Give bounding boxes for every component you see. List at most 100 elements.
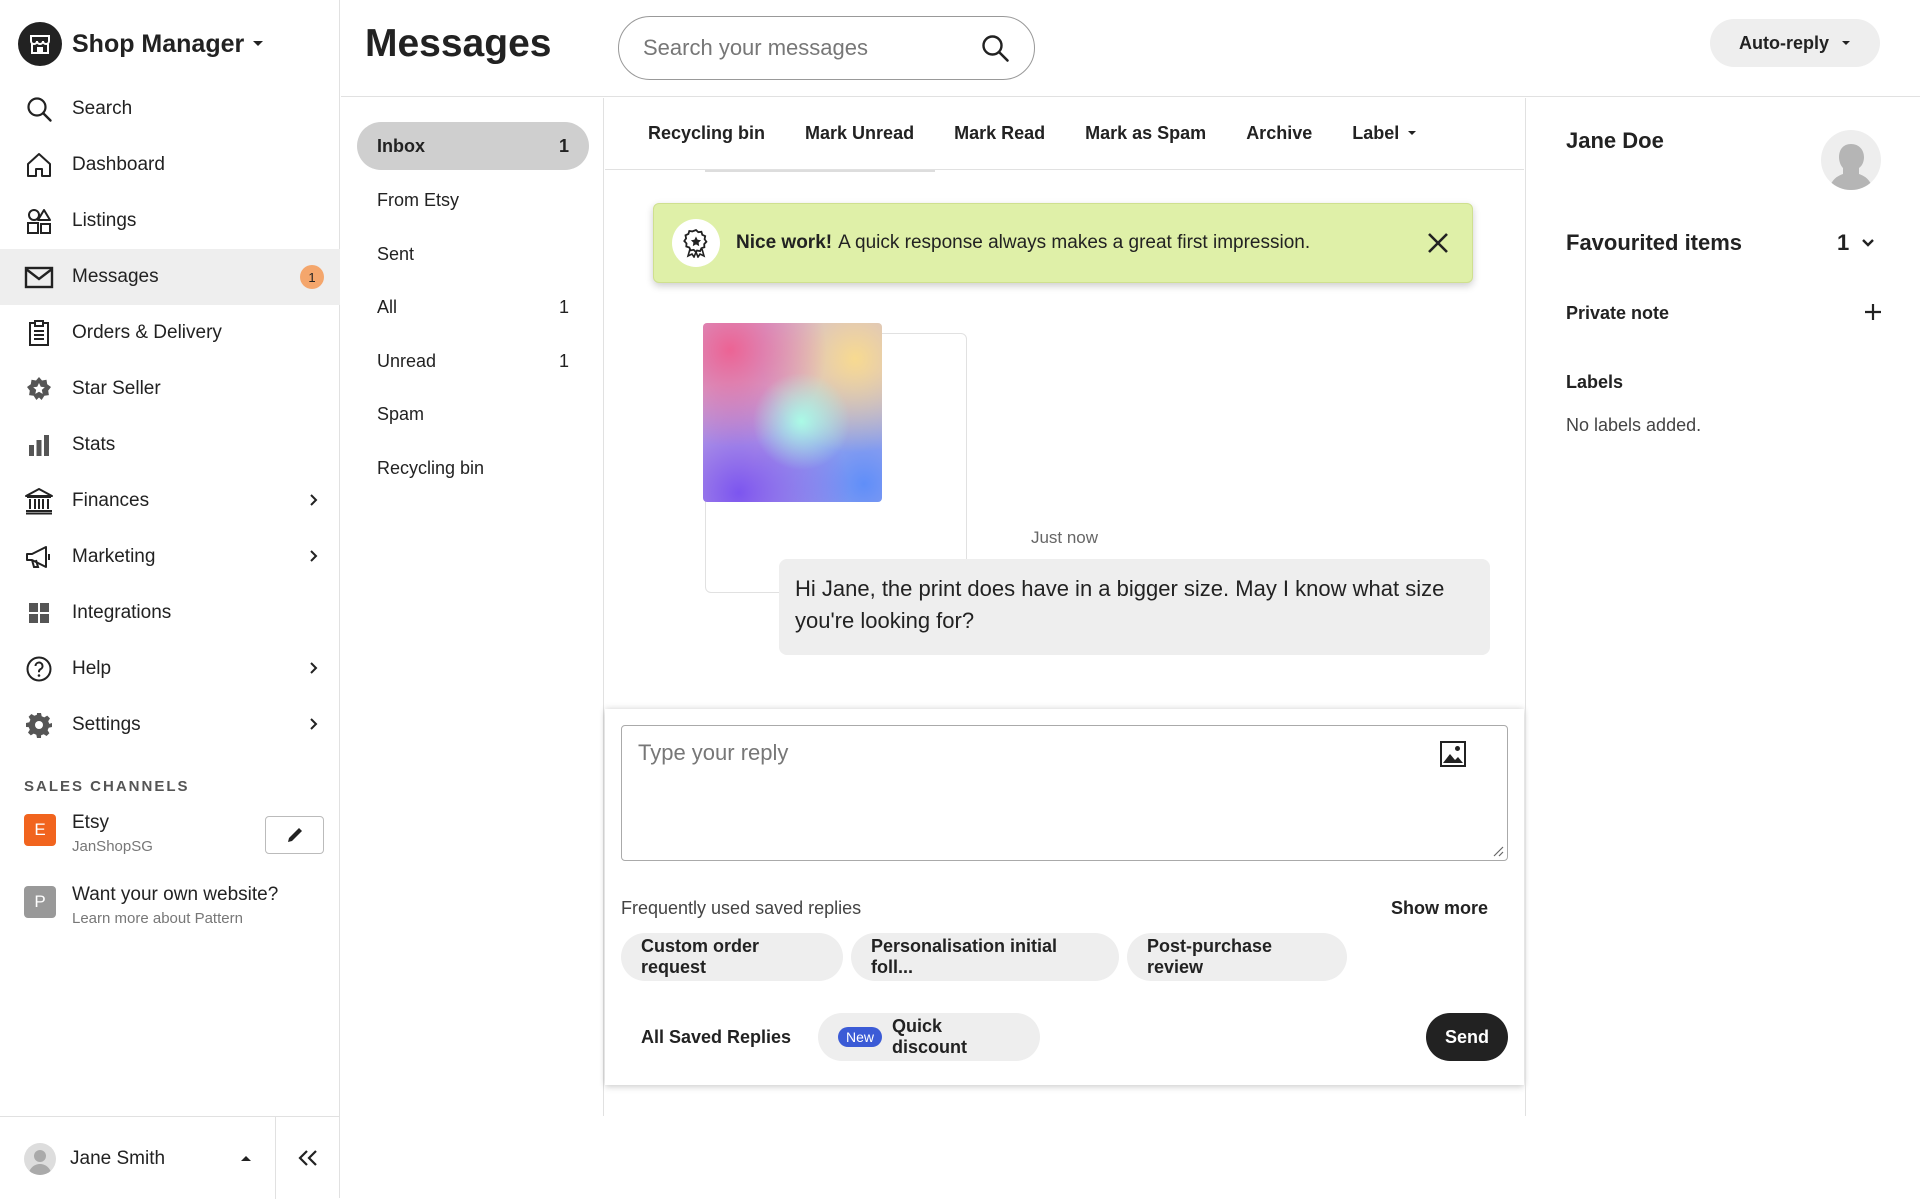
clipboard-icon [24,318,54,348]
unread-badge: 1 [300,265,324,289]
reply-textarea[interactable] [622,726,1507,860]
auto-reply-button[interactable]: Auto-reply [1710,19,1880,67]
saved-reply-chip[interactable]: Personalisation initial foll... [851,933,1119,981]
nav-label: Orders & Delivery [72,322,222,343]
label-dropdown[interactable]: Label [1352,123,1417,144]
folder-label: From Etsy [377,189,460,210]
customer-name[interactable]: Jane Doe [1566,128,1664,154]
nav-item-listings[interactable]: Listings [0,193,340,249]
customer-avatar[interactable] [1821,130,1881,190]
header: Messages Auto-reply [341,0,1920,97]
saved-reply-chip[interactable]: Post-purchase review [1127,933,1347,981]
message-timestamp: Just now [1030,528,1099,547]
mark-unread-button[interactable]: Mark Unread [805,123,914,144]
nav-item-help[interactable]: Help [0,641,340,697]
folder-recycling-bin[interactable]: Recycling bin [357,444,589,492]
channel-etsy[interactable]: E Etsy JanShopSG [24,812,153,855]
quick-discount-button[interactable]: New Quick discount [818,1013,1040,1061]
saved-reply-chip[interactable]: Custom order request [621,933,843,981]
reply-box [621,725,1508,861]
toast-bold-text: Nice work! [736,232,833,253]
folder-label: Inbox [377,135,425,156]
channel-pattern[interactable]: P Want your own website? Learn more abou… [24,884,278,927]
folder-list: Inbox 1 From Etsy Sent All 1 Unread 1 Spam … [341,98,604,1116]
resize-handle-icon[interactable] [1492,845,1504,857]
nav-item-settings[interactable]: Settings [0,697,340,753]
nav-item-star-seller[interactable]: Star Seller [0,361,340,417]
folder-from-etsy[interactable]: From Etsy [357,176,589,224]
success-toast: Nice work! A quick response always makes … [653,203,1473,283]
folder-count: 1 [558,296,569,317]
all-saved-replies-button[interactable]: All Saved Replies [641,1027,791,1048]
nav-label: Dashboard [72,154,165,175]
nav-item-integrations[interactable]: Integrations [0,585,340,641]
caret-down-icon [252,40,264,48]
nav-label: Listings [72,210,137,231]
show-more-link[interactable]: Show more [1391,898,1488,919]
message-toolbar: Recycling bin Mark Unread Mark Read Mark… [605,98,1524,170]
new-badge: New [838,1027,883,1047]
user-menu[interactable]: Jane Smith [24,1143,165,1175]
reply-composer: Frequently used saved replies Show more … [605,709,1524,1085]
folder-inbox[interactable]: Inbox 1 [357,122,589,170]
recycling-bin-button[interactable]: Recycling bin [648,123,765,144]
nav-item-marketing[interactable]: Marketing [0,529,340,585]
folder-unread[interactable]: Unread 1 [357,337,589,385]
nav-label: Messages [72,266,159,287]
favourited-items-toggle[interactable]: 1 [1837,230,1875,256]
caret-up-icon[interactable] [240,1154,252,1162]
search-icon[interactable] [980,33,1010,63]
nav-item-finances[interactable]: Finances [0,473,340,529]
search-input[interactable] [643,35,980,61]
archive-button[interactable]: Archive [1246,123,1312,144]
collapse-sidebar-button[interactable] [275,1117,340,1199]
sent-message-bubble: Hi Jane, the print does have in a bigger… [779,559,1490,655]
customer-details-panel: Jane Doe Favourited items 1 Private note… [1525,98,1920,1116]
caret-down-icon [1407,130,1417,137]
user-name: Jane Smith [70,1148,166,1169]
bar-chart-icon [24,430,54,460]
folder-sent[interactable]: Sent [357,230,589,278]
page-title: Messages [365,22,552,65]
star-badge-icon [24,374,54,404]
toast-message: Nice work! A quick response always makes … [736,232,1422,254]
sidebar-nav: Search Dashboard Listings Messages 1 Ord… [0,81,340,753]
folder-all[interactable]: All 1 [357,283,589,331]
send-button[interactable]: Send [1426,1013,1508,1061]
megaphone-icon [24,542,54,572]
nav-label: Marketing [72,546,156,567]
chevron-down-icon [1861,238,1875,248]
close-icon[interactable] [1422,227,1454,259]
home-icon [24,150,54,180]
folder-label: Spam [377,403,425,424]
mail-icon [24,262,54,292]
add-note-icon[interactable] [1863,302,1883,322]
edit-channel-button[interactable] [265,816,324,854]
attached-image[interactable] [703,323,882,502]
nav-item-messages[interactable]: Messages 1 [0,249,340,305]
shop-manager-switcher[interactable]: Shop Manager [18,20,264,68]
nav-label: Integrations [72,602,172,623]
nav-item-orders[interactable]: Orders & Delivery [0,305,340,361]
user-bar: Jane Smith [0,1116,340,1199]
chevron-right-icon [308,716,318,732]
nav-item-dashboard[interactable]: Dashboard [0,137,340,193]
folder-spam[interactable]: Spam [357,390,589,438]
channel-name: Etsy [72,812,109,833]
conversation-panel: Recycling bin Mark Unread Mark Read Mark… [605,98,1524,1116]
nav-item-stats[interactable]: Stats [0,417,340,473]
help-icon [24,654,54,684]
pattern-icon: P [24,886,56,918]
pencil-icon [285,825,305,845]
folder-count: 1 [558,350,569,371]
nav-item-search[interactable]: Search [0,81,340,137]
private-note-label: Private note [1566,303,1670,323]
sales-channels-title: SALES CHANNELS [24,778,190,795]
channel-shop: JanShopSG [72,838,153,855]
folder-label: Sent [377,243,415,264]
label-dropdown-text: Label [1352,123,1400,143]
shapes-icon [24,206,54,236]
image-upload-icon[interactable] [1439,740,1467,768]
mark-read-button[interactable]: Mark Read [954,123,1045,144]
mark-spam-button[interactable]: Mark as Spam [1085,123,1206,144]
